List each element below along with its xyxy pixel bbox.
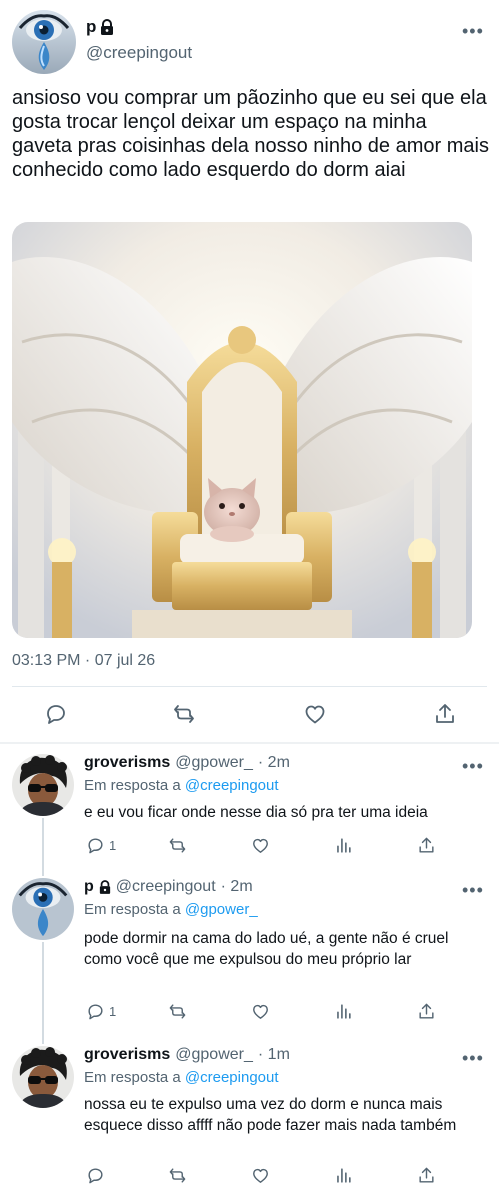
reply-button[interactable] <box>44 702 68 726</box>
handle[interactable]: @gpower_ <box>175 754 253 772</box>
share-icon <box>419 1167 434 1183</box>
reply-text: pode dormir na cama do lado ué, a gente … <box>84 930 449 968</box>
retweet-icon <box>169 1004 186 1019</box>
retweet-icon <box>169 838 186 853</box>
reply-header: p @creepingout · 2m <box>84 878 253 896</box>
reply-tweet[interactable]: groverisms @gpower_ · 1m ••• Em resposta… <box>0 1036 499 1200</box>
reply-context: Em resposta a @gpower_ <box>84 901 258 918</box>
reply-icon <box>47 705 65 724</box>
reply-prefix: Em resposta a <box>84 777 185 794</box>
thread-line <box>42 818 44 868</box>
groverisms-avatar-image <box>12 1046 74 1108</box>
analytics-button[interactable] <box>334 836 353 855</box>
more-icon[interactable]: ••• <box>462 1049 484 1067</box>
avatar[interactable] <box>12 878 74 940</box>
like-icon <box>253 838 268 853</box>
reply-context: Em resposta a @creepingout <box>84 1069 279 1086</box>
like-icon <box>305 705 325 724</box>
reply-button[interactable]: 1 <box>86 836 116 855</box>
reply-text: nossa eu te expulso uma vez do dorm e nu… <box>84 1096 457 1134</box>
display-name[interactable]: p <box>86 17 114 37</box>
like-button[interactable] <box>251 1166 270 1185</box>
analytics-icon <box>337 1004 351 1019</box>
reply-text: e eu vou ficar onde nesse dia só pra ter… <box>84 804 428 821</box>
retweet-button[interactable] <box>168 1002 187 1021</box>
groverisms-avatar-image <box>12 754 74 816</box>
avatar[interactable] <box>12 1046 74 1108</box>
analytics-icon <box>337 1168 351 1183</box>
tweet-text: ansioso vou comprar um pãozinho que eu s… <box>12 87 489 181</box>
mention-link[interactable]: @gpower_ <box>185 901 258 918</box>
reply-context: Em resposta a @creepingout <box>84 777 279 794</box>
avatar[interactable] <box>12 10 76 74</box>
share-button[interactable] <box>417 1002 436 1021</box>
like-icon <box>253 1168 268 1183</box>
handle[interactable]: @creepingout <box>86 43 192 63</box>
eye-tear-avatar-image <box>12 878 74 940</box>
lock-icon <box>99 880 110 894</box>
reply-prefix: Em resposta a <box>84 1069 185 1086</box>
thread-line <box>42 942 44 1036</box>
retweet-icon <box>169 1168 186 1183</box>
reply-time[interactable]: · 2m <box>258 754 290 772</box>
thread-line <box>42 868 44 876</box>
reply-tweet[interactable]: groverisms @gpower_ · 2m ••• Em resposta… <box>0 744 499 868</box>
angel-throne-cat-image <box>12 222 472 638</box>
retweet-button[interactable] <box>168 1166 187 1185</box>
more-icon[interactable]: ••• <box>462 757 484 775</box>
share-icon <box>419 837 434 853</box>
reply-prefix: Em resposta a <box>84 901 185 918</box>
mention-link[interactable]: @creepingout <box>185 777 279 794</box>
reply-time[interactable]: · 2m <box>221 878 253 896</box>
retweet-button[interactable] <box>172 702 196 726</box>
avatar[interactable] <box>12 754 74 816</box>
like-button[interactable] <box>303 702 327 726</box>
reply-header: groverisms @gpower_ · 1m <box>84 1046 290 1064</box>
handle[interactable]: @gpower_ <box>175 1046 253 1064</box>
share-icon <box>436 704 454 723</box>
reply-icon <box>88 1004 103 1020</box>
like-icon <box>253 1004 268 1019</box>
share-button[interactable] <box>417 836 436 855</box>
reply-icon <box>88 838 103 854</box>
reply-icon <box>88 1168 103 1184</box>
reply-button[interactable]: 1 <box>86 1002 116 1021</box>
display-name[interactable]: p <box>84 878 94 896</box>
retweet-button[interactable] <box>168 836 187 855</box>
share-icon <box>419 1003 434 1019</box>
reply-count: 1 <box>109 1004 117 1019</box>
reply-tweet[interactable]: p @creepingout · 2m ••• Em resposta a @g… <box>0 868 499 1036</box>
like-button[interactable] <box>251 1002 270 1021</box>
share-button[interactable] <box>417 1166 436 1185</box>
handle[interactable]: @creepingout <box>116 878 216 896</box>
mention-link[interactable]: @creepingout <box>185 1069 279 1086</box>
tweet-image[interactable] <box>12 222 472 638</box>
lock-icon <box>101 19 114 35</box>
reply-time[interactable]: · 1m <box>258 1046 290 1064</box>
divider <box>12 686 487 687</box>
reply-header: groverisms @gpower_ · 2m <box>84 754 290 772</box>
display-name[interactable]: groverisms <box>84 1046 170 1064</box>
like-button[interactable] <box>251 836 270 855</box>
main-tweet: p @creepingout ••• ansioso vou comprar u… <box>0 0 499 742</box>
eye-tear-avatar-image <box>12 10 76 74</box>
reply-count: 1 <box>109 838 117 853</box>
analytics-icon <box>337 838 351 853</box>
tweet-timestamp[interactable]: 03:13 PM · 07 jul 26 <box>12 652 155 670</box>
more-icon[interactable]: ••• <box>462 881 484 899</box>
more-icon[interactable]: ••• <box>462 22 484 40</box>
share-button[interactable] <box>433 702 457 726</box>
thread-line <box>42 1036 44 1044</box>
retweet-icon <box>174 705 194 723</box>
reply-button[interactable] <box>86 1166 105 1185</box>
display-name-text: p <box>86 17 97 36</box>
analytics-button[interactable] <box>334 1002 353 1021</box>
analytics-button[interactable] <box>334 1166 353 1185</box>
display-name[interactable]: groverisms <box>84 754 170 772</box>
